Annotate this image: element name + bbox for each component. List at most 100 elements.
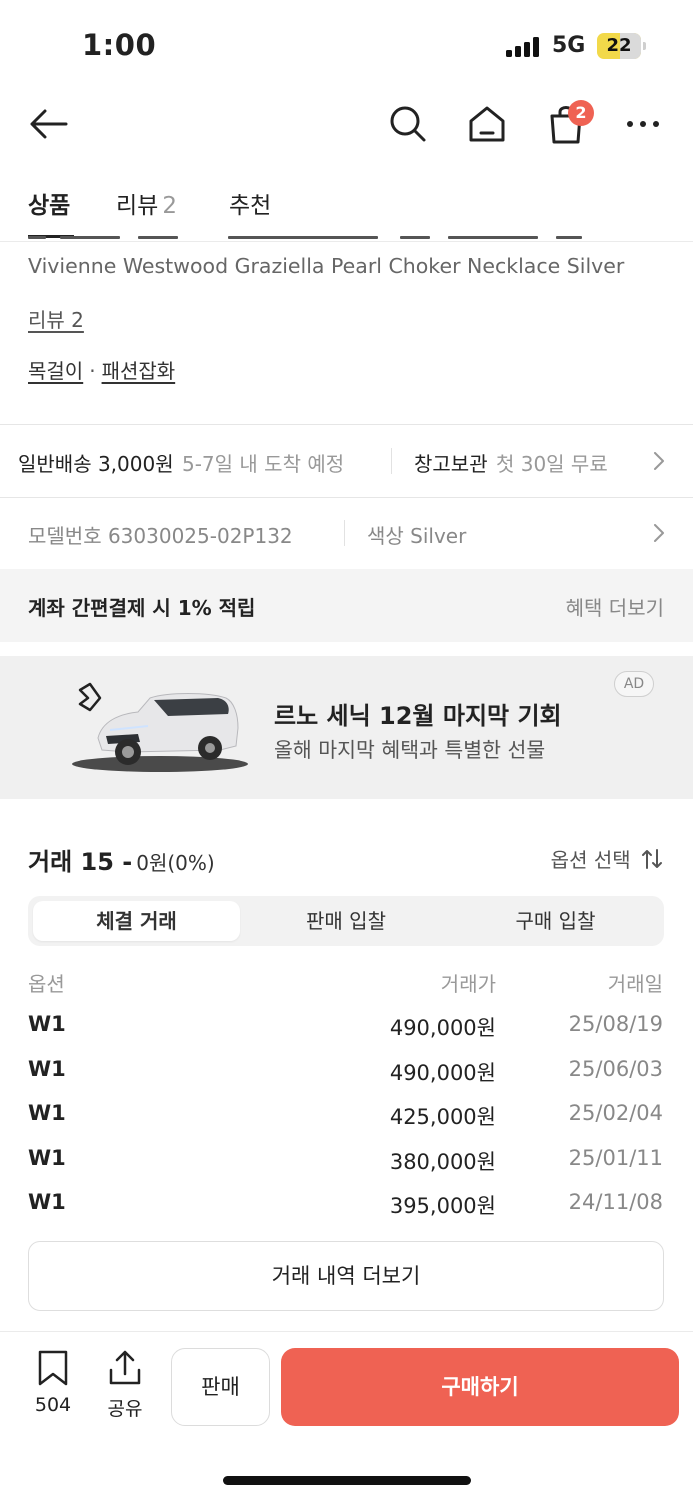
trade-count: 거래 15 - xyxy=(28,848,133,876)
sort-arrows-icon xyxy=(642,849,662,869)
option-select-button[interactable]: 옵션 선택 xyxy=(551,844,663,873)
bookmark-count: 504 xyxy=(34,1394,72,1416)
more-horizontal-icon xyxy=(627,121,659,127)
tab-recommend[interactable]: 추천 xyxy=(229,186,271,220)
benefit-more-link[interactable]: 혜택 더보기 xyxy=(566,592,664,621)
shipping-standard: 일반배송 3,000원 5-7일 내 도착 예정 xyxy=(18,448,344,477)
table-row: W1 395,000원 24/11/08 xyxy=(0,1190,693,1222)
row-date: 25/08/19 xyxy=(568,1012,663,1036)
segment-completed-trades[interactable]: 체결 거래 xyxy=(33,901,240,941)
storage-note: 첫 30일 무료 xyxy=(495,452,608,476)
price-change: 0원(0%) xyxy=(136,851,215,875)
battery-icon: 22 xyxy=(597,33,647,59)
ad-banner[interactable]: 르노 세닉 12월 마지막 기회 올해 마지막 혜택과 특별한 선물 AD xyxy=(0,656,693,799)
vertical-divider xyxy=(391,448,392,474)
trade-table-header: 옵션 거래가 거래일 xyxy=(0,968,693,998)
divider xyxy=(0,424,693,425)
model-info-row[interactable]: 모델번호 63030025-02P132 색상 Silver xyxy=(0,498,693,568)
tab-product[interactable]: 상품 xyxy=(28,186,70,220)
column-option: 옵션 xyxy=(28,972,65,996)
network-type: 5G xyxy=(552,33,586,58)
payment-benefit-row: 계좌 간편결제 시 1% 적립 혜택 더보기 xyxy=(0,569,693,642)
row-price: 380,000원 xyxy=(389,1150,496,1174)
segment-sell-bids[interactable]: 판매 입찰 xyxy=(242,901,450,941)
chevron-right-icon xyxy=(654,452,664,470)
scrolled-title-remnant xyxy=(28,236,588,244)
row-option: W1 xyxy=(28,1057,66,1081)
warehouse-storage: 창고보관 첫 30일 무료 xyxy=(414,448,608,477)
product-name: Vivienne Westwood Graziella Pearl Choker… xyxy=(28,254,625,278)
status-time: 1:00 xyxy=(82,28,157,62)
segment-buy-bids[interactable]: 구매 입찰 xyxy=(452,901,659,941)
storage-label: 창고보관 xyxy=(414,452,488,476)
option-select-label: 옵션 선택 xyxy=(550,848,631,872)
tab-recommend-label: 추천 xyxy=(229,193,272,219)
trade-history-more-button[interactable]: 거래 내역 더보기 xyxy=(28,1241,664,1311)
tab-reviews-count: 2 xyxy=(162,193,177,219)
row-price: 395,000원 xyxy=(389,1194,496,1218)
table-row: W1 380,000원 25/01/11 xyxy=(0,1146,693,1178)
tab-reviews[interactable]: 리뷰 2 xyxy=(116,186,177,220)
home-button[interactable] xyxy=(459,96,515,152)
vertical-divider xyxy=(344,520,345,546)
arrow-left-icon xyxy=(30,109,68,139)
row-date: 25/01/11 xyxy=(568,1146,663,1170)
status-bar: 1:00 5G 22 xyxy=(0,0,693,90)
category-link-necklace[interactable]: 목걸이 xyxy=(28,359,83,383)
more-menu-button[interactable] xyxy=(615,96,671,152)
buy-button[interactable]: 구매하기 xyxy=(281,1348,679,1426)
sell-button[interactable]: 판매 xyxy=(171,1348,270,1426)
review-link[interactable]: 리뷰 2 xyxy=(28,304,84,333)
home-icon xyxy=(469,106,505,142)
car-image xyxy=(72,682,248,772)
benefit-text: 계좌 간편결제 시 1% 적립 xyxy=(28,596,256,620)
row-option: W1 xyxy=(28,1101,66,1125)
ad-title: 르노 세닉 12월 마지막 기회 xyxy=(274,702,562,730)
ad-badge: AD xyxy=(614,671,654,697)
tab-product-label: 상품 xyxy=(28,193,71,219)
back-button[interactable] xyxy=(20,96,76,152)
cellular-signal-icon xyxy=(506,37,542,57)
shipping-fee: 일반배송 3,000원 xyxy=(18,452,174,476)
tab-reviews-label: 리뷰 xyxy=(116,193,159,219)
share-icon xyxy=(109,1350,141,1385)
battery-level: 22 xyxy=(606,35,632,56)
bookmark-icon xyxy=(38,1350,68,1386)
category-separator: · xyxy=(89,359,96,383)
ad-subtitle: 올해 마지막 혜택과 특별한 선물 xyxy=(274,738,546,762)
table-row: W1 425,000원 25/02/04 xyxy=(0,1101,693,1133)
top-navigation: 2 xyxy=(0,96,693,152)
share-label: 공유 xyxy=(107,1398,143,1420)
chevron-right-icon xyxy=(654,524,664,542)
trade-type-segmented-control: 체결 거래 판매 입찰 구매 입찰 xyxy=(28,896,664,946)
row-price: 490,000원 xyxy=(389,1061,496,1085)
row-price: 425,000원 xyxy=(389,1105,496,1129)
trade-history-title: 거래 15 -0원(0%) xyxy=(28,842,215,877)
row-date: 25/02/04 xyxy=(568,1101,663,1125)
bottom-action-bar: 504 공유 판매 구매하기 xyxy=(0,1331,693,1500)
shipping-info-row[interactable]: 일반배송 3,000원 5-7일 내 도착 예정 창고보관 첫 30일 무료 xyxy=(0,426,693,496)
search-icon xyxy=(390,106,426,142)
model-number: 모델번호 63030025-02P132 xyxy=(28,524,293,548)
row-date: 25/06/03 xyxy=(568,1057,663,1081)
category-breadcrumb: 목걸이 · 패션잡화 xyxy=(28,355,175,384)
home-indicator xyxy=(223,1476,471,1485)
row-option: W1 xyxy=(28,1190,66,1214)
cart-button[interactable]: 2 xyxy=(538,96,594,152)
category-link-fashion[interactable]: 패션잡화 xyxy=(102,359,176,383)
share-button[interactable]: 공유 xyxy=(95,1350,155,1421)
column-date: 거래일 xyxy=(607,972,663,996)
row-option: W1 xyxy=(28,1012,66,1036)
search-button[interactable] xyxy=(380,96,436,152)
column-price: 거래가 xyxy=(440,972,496,996)
brand-logo-icon xyxy=(78,682,102,712)
row-option: W1 xyxy=(28,1146,66,1170)
bookmark-button[interactable]: 504 xyxy=(23,1350,83,1416)
row-date: 24/11/08 xyxy=(568,1190,663,1214)
row-price: 490,000원 xyxy=(389,1016,496,1040)
cart-count-badge: 2 xyxy=(568,100,594,126)
table-row: W1 490,000원 25/08/19 xyxy=(0,1012,693,1044)
color-value: 색상 Silver xyxy=(367,524,467,548)
table-row: W1 490,000원 25/06/03 xyxy=(0,1057,693,1089)
shipping-eta: 5-7일 내 도착 예정 xyxy=(181,452,345,476)
